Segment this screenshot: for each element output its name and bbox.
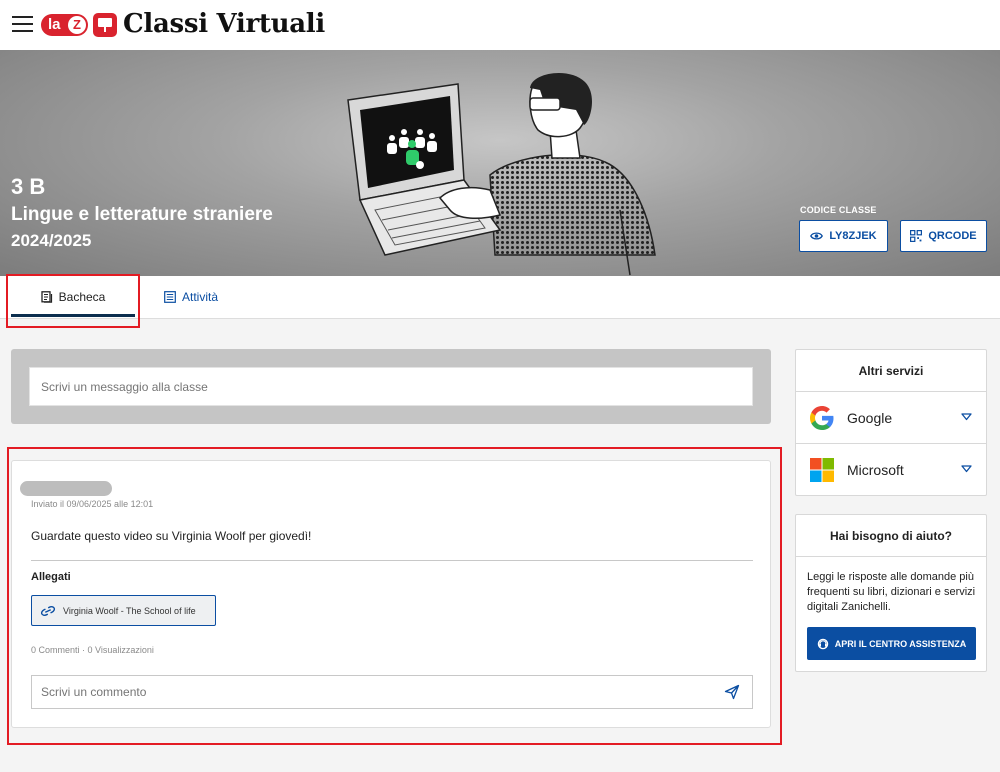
help-text: Leggi le risposte alle domande più frequ…	[807, 571, 976, 613]
top-bar: la Z Classi Virtuali	[0, 0, 1000, 50]
post-body: Guardate questo video su Virginia Woolf …	[31, 529, 312, 543]
support-icon	[817, 638, 828, 649]
board-post: Inviato il 09/06/2025 alle 12:01 Guardat…	[11, 460, 771, 728]
hamburger-menu-icon[interactable]	[12, 16, 33, 33]
service-google-label: Google	[847, 409, 893, 426]
zanichelli-logo[interactable]: la Z	[41, 14, 88, 36]
service-google[interactable]: Google	[796, 392, 986, 444]
comment-input[interactable]	[32, 676, 712, 708]
class-code-value: LY8ZJEK	[829, 230, 877, 242]
services-panel: Altri servizi Google Microsoft	[795, 349, 987, 496]
qrcode-button[interactable]: QRCODE	[900, 220, 987, 252]
message-composer	[11, 349, 771, 424]
chevron-down-icon	[961, 465, 972, 473]
class-message-input[interactable]	[29, 367, 753, 406]
list-icon	[164, 291, 176, 303]
link-icon	[40, 605, 56, 616]
tab-bacheca-label: Bacheca	[58, 290, 106, 304]
post-divider	[31, 560, 753, 561]
eye-icon	[810, 232, 824, 240]
microsoft-icon	[810, 458, 834, 482]
author-name-redacted	[20, 481, 112, 496]
laptop-user-illustration	[347, 73, 656, 276]
tab-bar: Bacheca Attività	[0, 276, 1000, 319]
qrcode-label: QRCODE	[928, 230, 977, 242]
board-icon	[40, 291, 52, 303]
classi-virtuali-logo-icon	[93, 13, 117, 37]
class-code-label: CODICE CLASSE	[800, 205, 877, 215]
tab-bacheca[interactable]: Bacheca	[11, 276, 135, 318]
open-help-center-button[interactable]: APRI IL CENTRO ASSISTENZA	[807, 627, 976, 660]
google-icon	[810, 405, 834, 430]
help-title: Hai bisogno di aiuto?	[796, 515, 986, 557]
attachment-label: Virginia Woolf - The School of life	[63, 605, 196, 616]
service-microsoft-label: Microsoft	[847, 462, 904, 478]
class-year: 2024/2025	[11, 231, 92, 250]
help-panel: Hai bisogno di aiuto? Leggi le risposte …	[795, 514, 987, 672]
attachment-link[interactable]: Virginia Woolf - The School of life	[31, 595, 216, 626]
services-title: Altri servizi	[796, 350, 986, 392]
attachments-title: Allegati	[31, 571, 71, 583]
post-stats: 0 Commenti · 0 Visualizzazioni	[31, 645, 154, 655]
tab-attivita[interactable]: Attività	[164, 276, 218, 318]
post-date: Inviato il 09/06/2025 alle 12:01	[31, 499, 154, 509]
class-name: 3 B	[11, 174, 46, 199]
class-code-button[interactable]: LY8ZJEK	[799, 220, 888, 252]
chevron-down-icon	[961, 413, 972, 421]
service-microsoft[interactable]: Microsoft	[796, 444, 986, 496]
logo-text: la	[48, 16, 61, 33]
logo-z: Z	[68, 16, 86, 34]
send-icon[interactable]	[724, 684, 740, 700]
tab-attivita-label: Attività	[182, 290, 219, 304]
comment-box	[31, 675, 753, 709]
class-subject: Lingue e letterature straniere	[11, 204, 273, 225]
app-title: Classi Virtuali	[123, 9, 325, 39]
class-hero-banner: 3 B Lingue e letterature straniere 2024/…	[0, 50, 1000, 276]
help-button-label: APRI IL CENTRO ASSISTENZA	[834, 638, 967, 649]
qrcode-icon	[910, 230, 923, 242]
